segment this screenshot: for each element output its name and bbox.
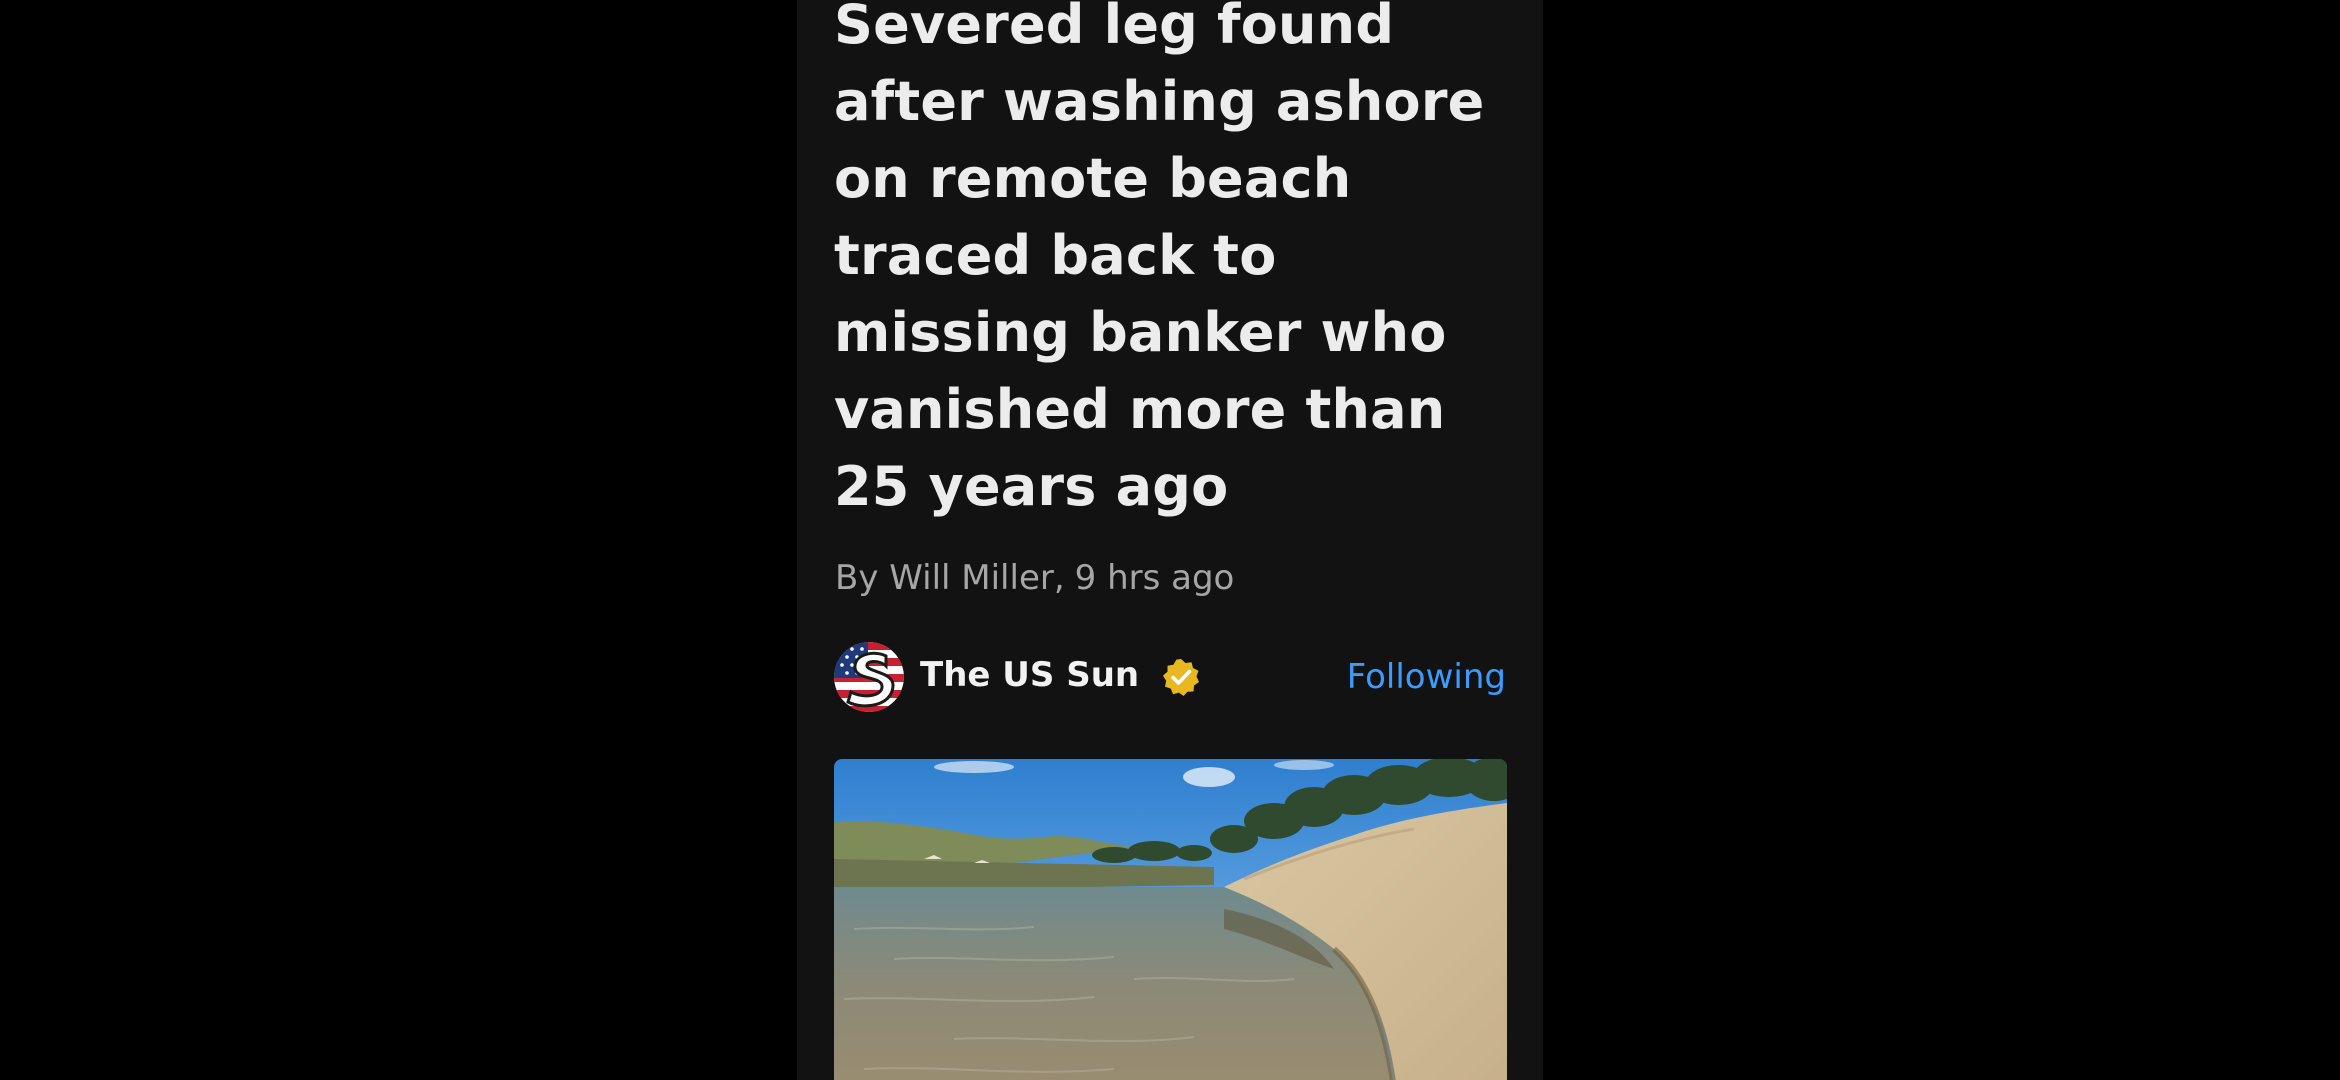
beach-lagoon-photo[interactable] [834,759,1507,1080]
verified-badge-icon [1161,657,1201,697]
author-name[interactable]: By Will Miller, [835,558,1065,598]
following-button[interactable]: Following [1347,652,1506,702]
article-byline: By Will Miller, 9 hrs ago [835,556,1234,600]
screen: Severed leg found after washing ashore o… [0,0,2340,1080]
article-view: Severed leg found after washing ashore o… [797,0,1543,1080]
source-row: The US Sun Following [834,640,1506,714]
article-headline: Severed leg found after washing ashore o… [834,0,1485,518]
us-sun-logo-icon[interactable] [834,642,904,712]
publish-time: 9 hrs ago [1074,558,1235,598]
source-name[interactable]: The US Sun [920,650,1139,700]
